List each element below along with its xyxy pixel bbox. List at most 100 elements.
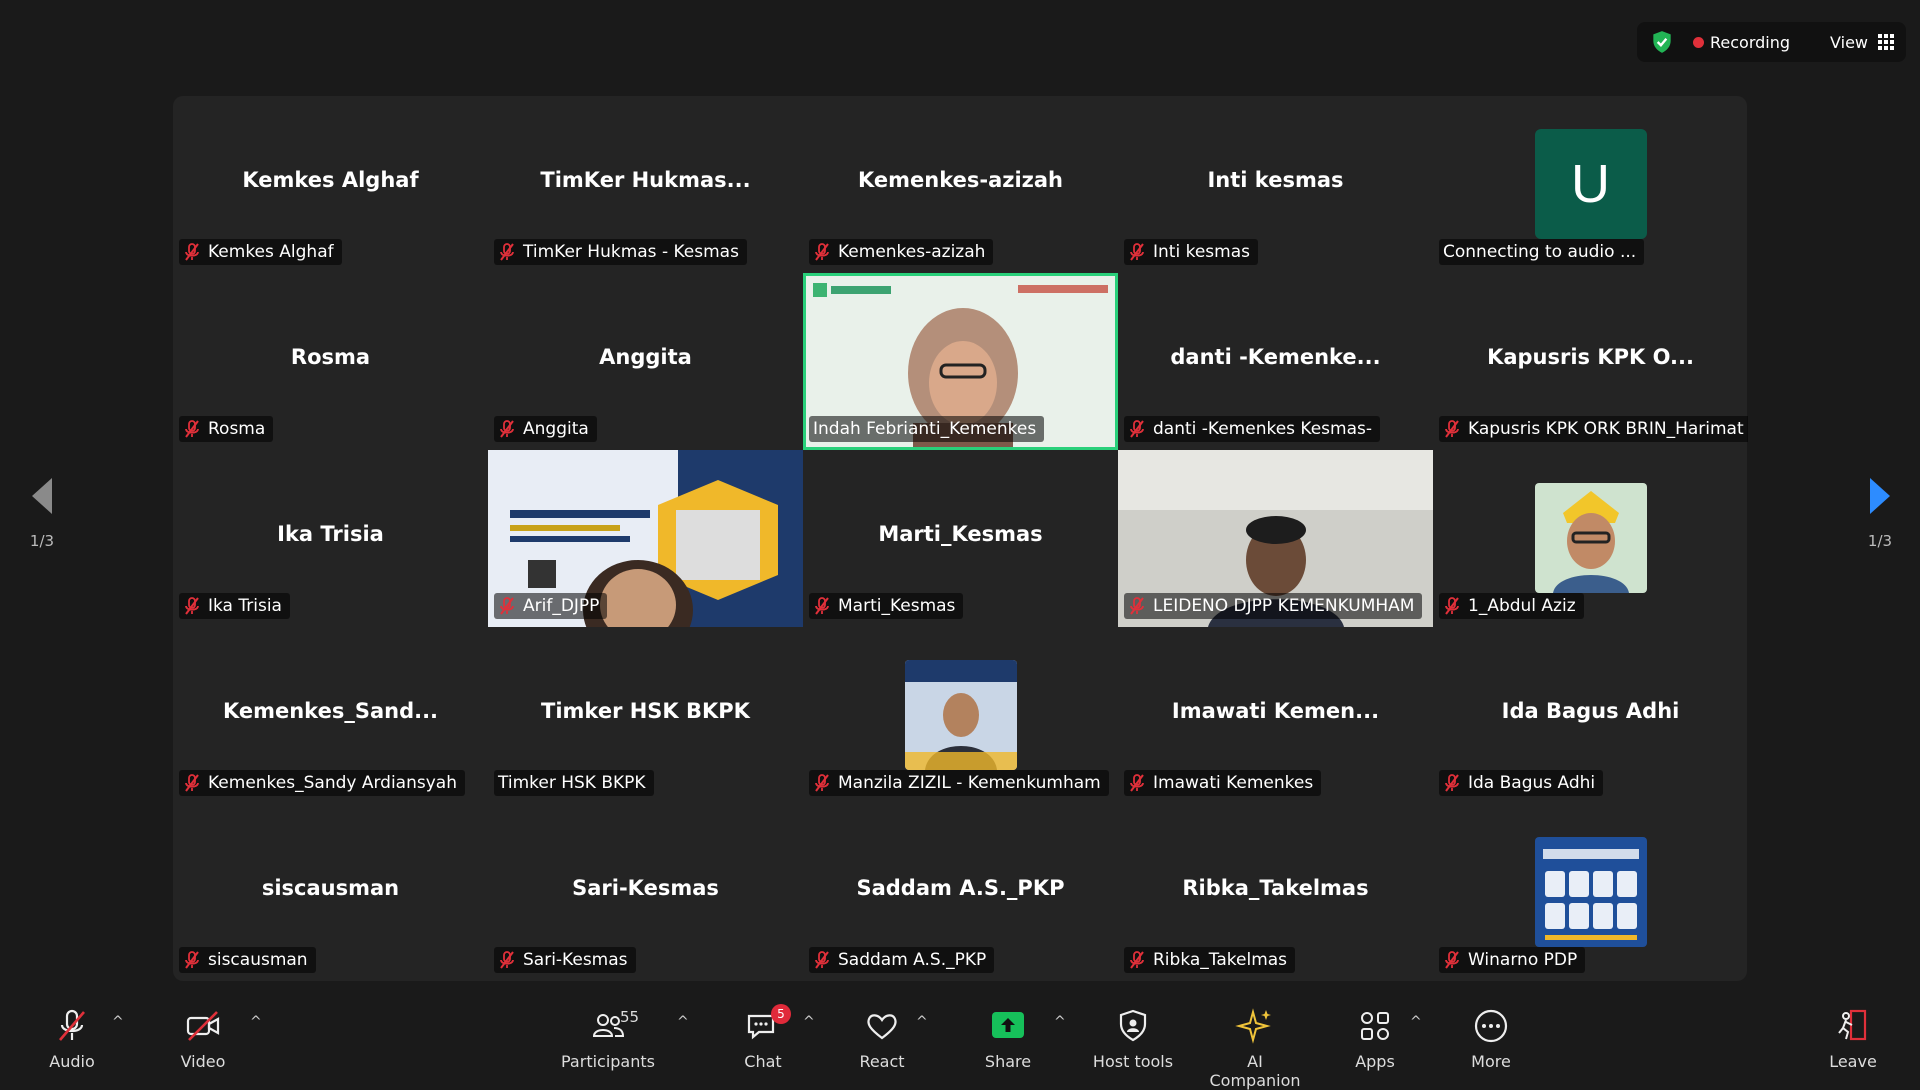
more-options-icon	[1474, 1009, 1508, 1043]
next-page-nav[interactable]: 1/3	[1850, 476, 1910, 550]
participant-tile[interactable]: Ika Trisia Ika Trisia	[173, 450, 488, 627]
share-screen-icon	[992, 1012, 1024, 1038]
participant-tile[interactable]: Sari-Kesmas Sari-Kesmas	[488, 804, 803, 981]
participant-name-text: Inti kesmas	[1153, 242, 1250, 262]
encryption-shield-icon[interactable]	[1649, 29, 1675, 55]
audio-options-caret-icon[interactable]: ^	[112, 1014, 124, 1030]
participant-name-label: 1_Abdul Aziz	[1439, 593, 1584, 619]
participant-tile[interactable]: Kapusris KPK O... Kapusris KPK ORK BRIN_H…	[1433, 273, 1748, 450]
participants-options-caret-icon[interactable]: ^	[677, 1014, 689, 1030]
recording-dot-icon	[1693, 36, 1704, 48]
share-options-caret-icon[interactable]: ^	[1054, 1014, 1066, 1030]
next-page-indicator: 1/3	[1867, 532, 1893, 550]
apps-label: Apps	[1355, 1052, 1395, 1071]
host-tools-button[interactable]: Host tools	[1083, 1006, 1183, 1071]
participant-display-name: Saddam A.S._PKP	[856, 876, 1065, 900]
participant-tile[interactable]: Indah Febrianti_Kemenkes	[803, 273, 1118, 450]
participant-name-label: Kemenkes_Sandy Ardiansyah	[179, 770, 465, 796]
participant-tile[interactable]: Ida Bagus Adhi Ida Bagus Adhi	[1433, 627, 1748, 804]
participant-tile[interactable]: Saddam A.S._PKP Saddam A.S._PKP	[803, 804, 1118, 981]
share-label: Share	[984, 1052, 1032, 1071]
participant-name-label: Arif_DJPP	[494, 593, 608, 619]
gallery-grid-icon[interactable]	[1878, 34, 1894, 50]
share-button[interactable]: Share	[958, 1006, 1058, 1071]
react-label: React	[859, 1052, 905, 1071]
video-button[interactable]: Video	[153, 1006, 253, 1071]
participant-name-label: Saddam A.S._PKP	[809, 947, 995, 973]
muted-mic-icon	[185, 951, 199, 969]
recording-label[interactable]: Recording	[1710, 33, 1790, 52]
video-options-caret-icon[interactable]: ^	[250, 1014, 262, 1030]
participant-tile[interactable]: Kemenkes-azizah Kemenkes-azizah	[803, 96, 1118, 273]
participant-name-label: Ribka_Takelmas	[1124, 947, 1296, 973]
participant-name-text: Connecting to audio ...	[1443, 242, 1637, 262]
participant-name-text: Winarno PDP	[1468, 950, 1578, 970]
participant-name-text: Kemkes Alghaf	[208, 242, 334, 262]
prev-page-nav[interactable]: 1/3	[12, 476, 72, 550]
participant-name-label: Anggita	[494, 416, 597, 442]
participants-label: Participants	[561, 1052, 655, 1071]
participant-tile[interactable]: siscausman siscausman	[173, 804, 488, 981]
muted-mic-icon	[815, 243, 829, 261]
host-tools-label: Host tools	[1092, 1052, 1174, 1071]
participant-tile[interactable]: Arif_DJPP	[488, 450, 803, 627]
participant-name-label: Indah Febrianti_Kemenkes	[809, 416, 1045, 442]
react-options-caret-icon[interactable]: ^	[916, 1014, 928, 1030]
muted-mic-icon	[1445, 774, 1459, 792]
audio-label: Audio	[49, 1052, 95, 1071]
video-label: Video	[180, 1052, 226, 1071]
participant-tile[interactable]: LEIDENO DJPP KEMENKUMHAM	[1118, 450, 1433, 627]
profile-photo	[904, 660, 1017, 770]
participant-tile[interactable]: Kemenkes_Sand... Kemenkes_Sandy Ardiansya…	[173, 627, 488, 804]
participant-tile[interactable]: Winarno PDP	[1433, 804, 1748, 981]
participant-tile[interactable]: Manzila ZIZIL - Kemenkumham	[803, 627, 1118, 804]
participant-name-label: Imawati Kemenkes	[1124, 770, 1322, 796]
chat-options-caret-icon[interactable]: ^	[803, 1014, 815, 1030]
apps-icon	[1361, 1012, 1389, 1040]
leave-button[interactable]: Leave	[1803, 1006, 1903, 1071]
participant-name-text: Anggita	[523, 419, 589, 439]
muted-mic-icon	[1445, 420, 1459, 438]
next-page-arrow-icon[interactable]	[1866, 476, 1894, 516]
top-status-bar: Recording View	[1637, 22, 1906, 62]
participant-tile[interactable]: danti -Kemenke... danti -Kemenkes Kesmas-	[1118, 273, 1433, 450]
participant-tile[interactable]: U Connecting to audio ...	[1433, 96, 1748, 273]
participant-name-label: TimKer Hukmas - Kesmas	[494, 239, 747, 265]
prev-page-arrow-icon[interactable]	[28, 476, 56, 516]
participant-tile[interactable]: Marti_Kesmas Marti_Kesmas	[803, 450, 1118, 627]
participant-tile[interactable]: TimKer Hukmas... TimKer Hukmas - Kesmas	[488, 96, 803, 273]
participant-name-label: Kemkes Alghaf	[179, 239, 342, 265]
participant-name-text: Ika Trisia	[208, 596, 282, 616]
audio-button[interactable]: Audio	[22, 1006, 122, 1071]
muted-mic-icon	[185, 597, 199, 615]
participant-display-name: Ribka_Takelmas	[1182, 876, 1369, 900]
apps-options-caret-icon[interactable]: ^	[1410, 1014, 1422, 1030]
participant-display-name: Kapusris KPK O...	[1487, 345, 1694, 369]
participants-button[interactable]: 55 Participants	[558, 1006, 658, 1071]
participant-name-text: Ida Bagus Adhi	[1468, 773, 1596, 793]
participant-photo	[1534, 837, 1647, 947]
participant-photo	[1534, 483, 1647, 593]
participant-tile[interactable]: Ribka_Takelmas Ribka_Takelmas	[1118, 804, 1433, 981]
participant-display-name: Inti kesmas	[1207, 168, 1344, 192]
participant-tile[interactable]: Timker HSK BKPK Timker HSK BKPK	[488, 627, 803, 804]
muted-mic-icon	[500, 951, 514, 969]
prev-page-indicator: 1/3	[29, 532, 55, 550]
profile-photo	[1534, 483, 1647, 593]
chat-button[interactable]: 5 Chat	[713, 1004, 813, 1071]
participant-tile[interactable]: Kemkes Alghaf Kemkes Alghaf	[173, 96, 488, 273]
participant-name-text: danti -Kemenkes Kesmas-	[1153, 419, 1373, 439]
participant-tile[interactable]: 1_Abdul Aziz	[1433, 450, 1748, 627]
muted-mic-icon	[185, 774, 199, 792]
participant-tile[interactable]: Imawati Kemen... Imawati Kemenkes	[1118, 627, 1433, 804]
profile-photo	[1534, 837, 1647, 947]
participant-display-name: Sari-Kesmas	[572, 876, 719, 900]
more-button[interactable]: More	[1441, 1006, 1541, 1071]
ai-companion-button[interactable]: AI Companion	[1200, 1006, 1310, 1090]
participant-tile[interactable]: Rosma Rosma	[173, 273, 488, 450]
view-button-label[interactable]: View	[1830, 33, 1868, 52]
participant-name-text: Arif_DJPP	[523, 596, 600, 616]
muted-mic-icon	[815, 774, 829, 792]
participant-tile[interactable]: Inti kesmas Inti kesmas	[1118, 96, 1433, 273]
participant-tile[interactable]: Anggita Anggita	[488, 273, 803, 450]
